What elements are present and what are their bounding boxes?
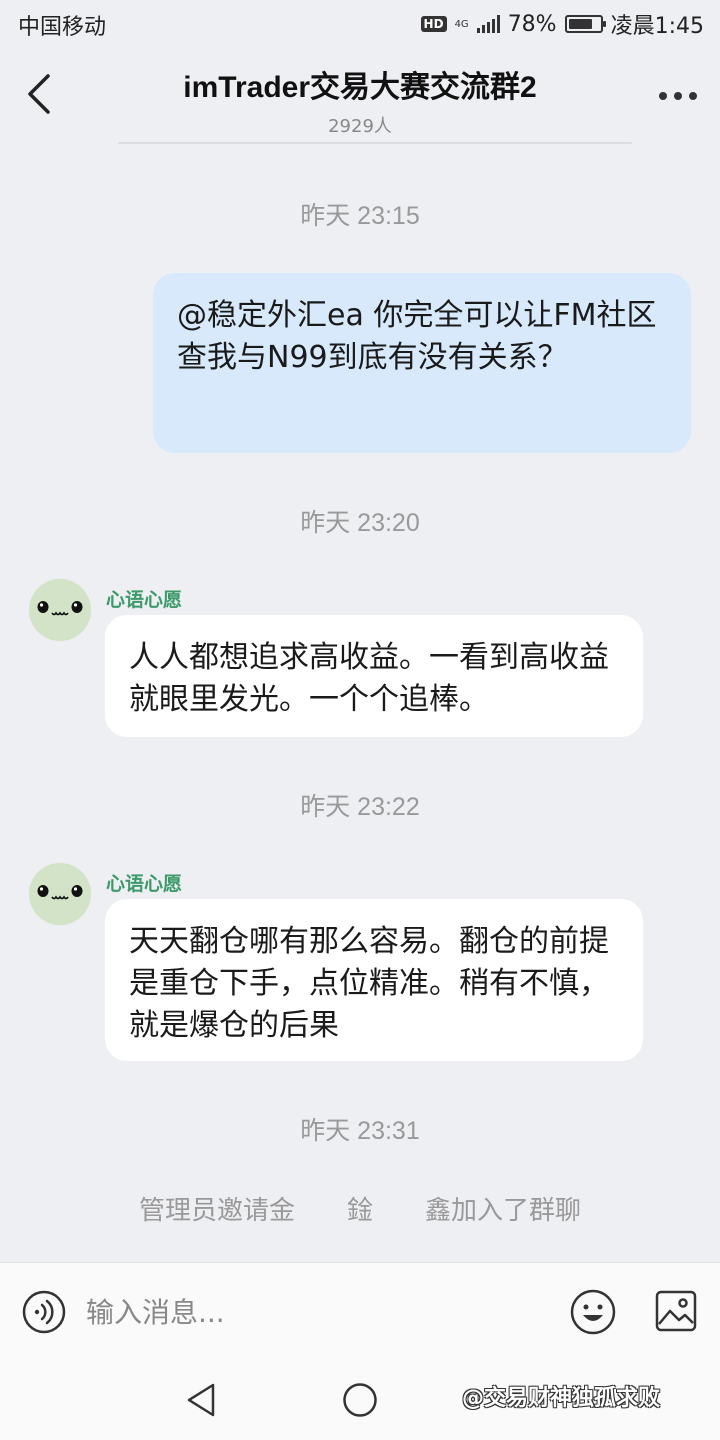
sender-name[interactable]: 心语心愿 (106, 869, 182, 896)
message-input[interactable] (86, 1287, 546, 1337)
chat-title: imTrader交易大赛交流群2 (183, 71, 537, 104)
network-type: 4G (454, 18, 469, 30)
voice-icon[interactable] (22, 1290, 66, 1334)
member-count: 2929人 (328, 116, 392, 137)
battery-percent: 78% (507, 11, 557, 37)
input-bar (0, 1262, 720, 1362)
battery-icon (564, 15, 606, 33)
message-bubble-other[interactable]: 人人都想追求高收益。一看到高收益就眼里发光。一个个追棒。 (105, 615, 643, 737)
message-timestamp: 昨天 23:31 (300, 1117, 420, 1145)
sender-name[interactable]: 心语心愿 (106, 585, 182, 612)
message-timestamp: 昨天 23:22 (300, 793, 420, 821)
image-icon[interactable] (655, 1290, 697, 1332)
system-message: 管理员邀请金 鍂 鑫加入了群聊 (138, 1196, 581, 1226)
header-divider (118, 142, 632, 144)
watermark: @交易财神独孤求败 (462, 1386, 661, 1411)
avatar[interactable] (29, 863, 91, 925)
status-bar: 中国移动 HD 4G 78% 凌晨1:45 (0, 0, 720, 50)
system-nav-bar: @交易财神独孤求败 (0, 1362, 720, 1440)
avatar[interactable] (29, 579, 91, 641)
clock: 凌晨1:45 (610, 14, 704, 39)
signal-icon (476, 15, 500, 33)
chat-header: imTrader交易大赛交流群2 2929人 (0, 50, 720, 146)
nav-home-icon[interactable] (342, 1382, 378, 1418)
message-bubble-self[interactable]: @稳定外汇ea 你完全可以让FM社区查我与N99到底有没有关系？ (153, 273, 691, 453)
message-bubble-other[interactable]: 天天翻仓哪有那么容易。翻仓的前提是重仓下手，点位精准。稍有不慎，就是爆仓的后果 (105, 899, 643, 1061)
hd-badge: HD (420, 16, 447, 32)
more-dots-icon[interactable] (654, 78, 702, 114)
message-timestamp: 昨天 23:20 (300, 509, 420, 537)
message-timestamp: 昨天 23:15 (300, 202, 420, 230)
nav-back-icon[interactable] (184, 1382, 218, 1418)
carrier-name: 中国移动 (18, 15, 107, 40)
emoji-icon[interactable] (570, 1289, 616, 1335)
status-icons: HD 4G 78% 凌晨1:45 (420, 9, 704, 39)
